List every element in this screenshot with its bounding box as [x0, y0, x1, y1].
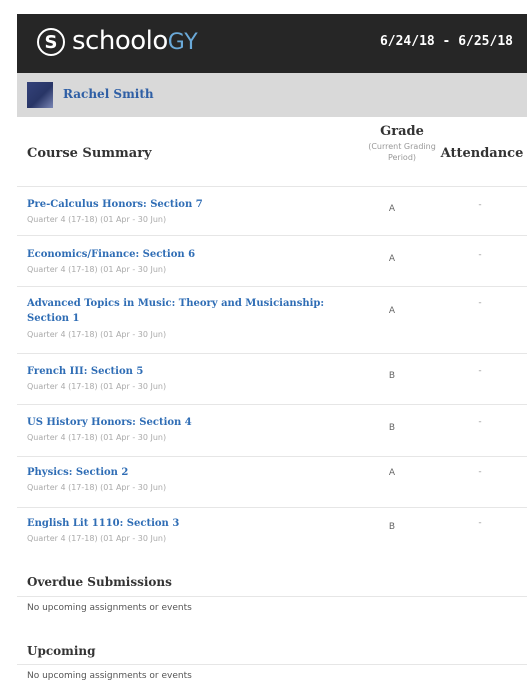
course-period: Quarter 4 (17-18) (01 Apr - 30 Jun): [27, 382, 167, 391]
grade-label: Grade: [380, 124, 424, 139]
course-grade: A: [388, 468, 396, 478]
course-period: Quarter 4 (17-18) (01 Apr - 30 Jun): [27, 215, 167, 224]
schoology-logo-icon: S: [37, 28, 65, 56]
course-period: Quarter 4 (17-18) (01 Apr - 30 Jun): [27, 330, 167, 339]
course-grade: A: [388, 204, 396, 214]
wordmark-accent: GY: [167, 30, 199, 55]
course-link[interactable]: Physics: Section 2: [27, 465, 347, 480]
header-bar: S schooloGY 6/24/18 - 6/25/18: [17, 14, 527, 73]
course-row: English Lit 1110: Section 3 Quarter 4 (1…: [17, 507, 527, 560]
course-attendance: -: [478, 417, 482, 427]
course-summary-header: Course Summary Grade (Current Grading Pe…: [17, 118, 527, 186]
divider: [17, 664, 527, 665]
course-attendance: -: [478, 200, 482, 210]
course-row: Economics/Finance: Section 6 Quarter 4 (…: [17, 235, 527, 286]
upcoming-empty-text: No upcoming assignments or events: [27, 671, 192, 681]
course-link[interactable]: US History Honors: Section 4: [27, 415, 347, 430]
grade-sublabel: (Current Grading Period): [368, 142, 436, 162]
course-grade: B: [388, 371, 396, 381]
course-period: Quarter 4 (17-18) (01 Apr - 30 Jun): [27, 483, 167, 492]
attendance-column-header: Attendance: [440, 146, 524, 161]
course-period: Quarter 4 (17-18) (01 Apr - 30 Jun): [27, 433, 167, 442]
course-grade: A: [388, 254, 396, 264]
course-attendance: -: [478, 467, 482, 477]
course-grade: B: [388, 423, 396, 433]
overdue-empty-text: No upcoming assignments or events: [27, 603, 192, 613]
course-link[interactable]: Advanced Topics in Music: Theory and Mus…: [27, 296, 347, 326]
course-attendance: -: [478, 298, 482, 308]
course-row: French III: Section 5 Quarter 4 (17-18) …: [17, 353, 527, 404]
course-row: Advanced Topics in Music: Theory and Mus…: [17, 286, 527, 353]
course-link[interactable]: Economics/Finance: Section 6: [27, 247, 347, 262]
course-period: Quarter 4 (17-18) (01 Apr - 30 Jun): [27, 265, 167, 274]
course-attendance: -: [478, 366, 482, 376]
divider: [17, 596, 527, 597]
course-attendance: -: [478, 518, 482, 528]
grade-column-header: Grade (Current Grading Period): [362, 124, 442, 163]
course-grade: B: [388, 522, 396, 532]
course-link[interactable]: French III: Section 5: [27, 364, 347, 379]
upcoming-title: Upcoming: [27, 644, 96, 658]
schoology-logo[interactable]: S schooloGY: [37, 27, 198, 57]
user-name-link[interactable]: Rachel Smith: [63, 87, 154, 101]
schoology-wordmark: schooloGY: [72, 27, 198, 57]
schoology-summary-page: S schooloGY 6/24/18 - 6/25/18 Rachel Smi…: [0, 0, 527, 696]
course-period: Quarter 4 (17-18) (01 Apr - 30 Jun): [27, 534, 167, 543]
course-row: Pre-Calculus Honors: Section 7 Quarter 4…: [17, 186, 527, 235]
avatar[interactable]: [27, 82, 53, 108]
course-row: US History Honors: Section 4 Quarter 4 (…: [17, 404, 527, 456]
overdue-submissions-title: Overdue Submissions: [27, 575, 172, 589]
course-row: Physics: Section 2 Quarter 4 (17-18) (01…: [17, 456, 527, 507]
course-link[interactable]: Pre-Calculus Honors: Section 7: [27, 197, 347, 212]
course-attendance: -: [478, 250, 482, 260]
course-summary-title: Course Summary: [27, 146, 152, 161]
user-bar: Rachel Smith: [17, 73, 527, 117]
course-grade: A: [388, 306, 396, 316]
date-range: 6/24/18 - 6/25/18: [379, 34, 513, 49]
course-link[interactable]: English Lit 1110: Section 3: [27, 516, 347, 531]
wordmark-main: schoolo: [72, 26, 168, 56]
